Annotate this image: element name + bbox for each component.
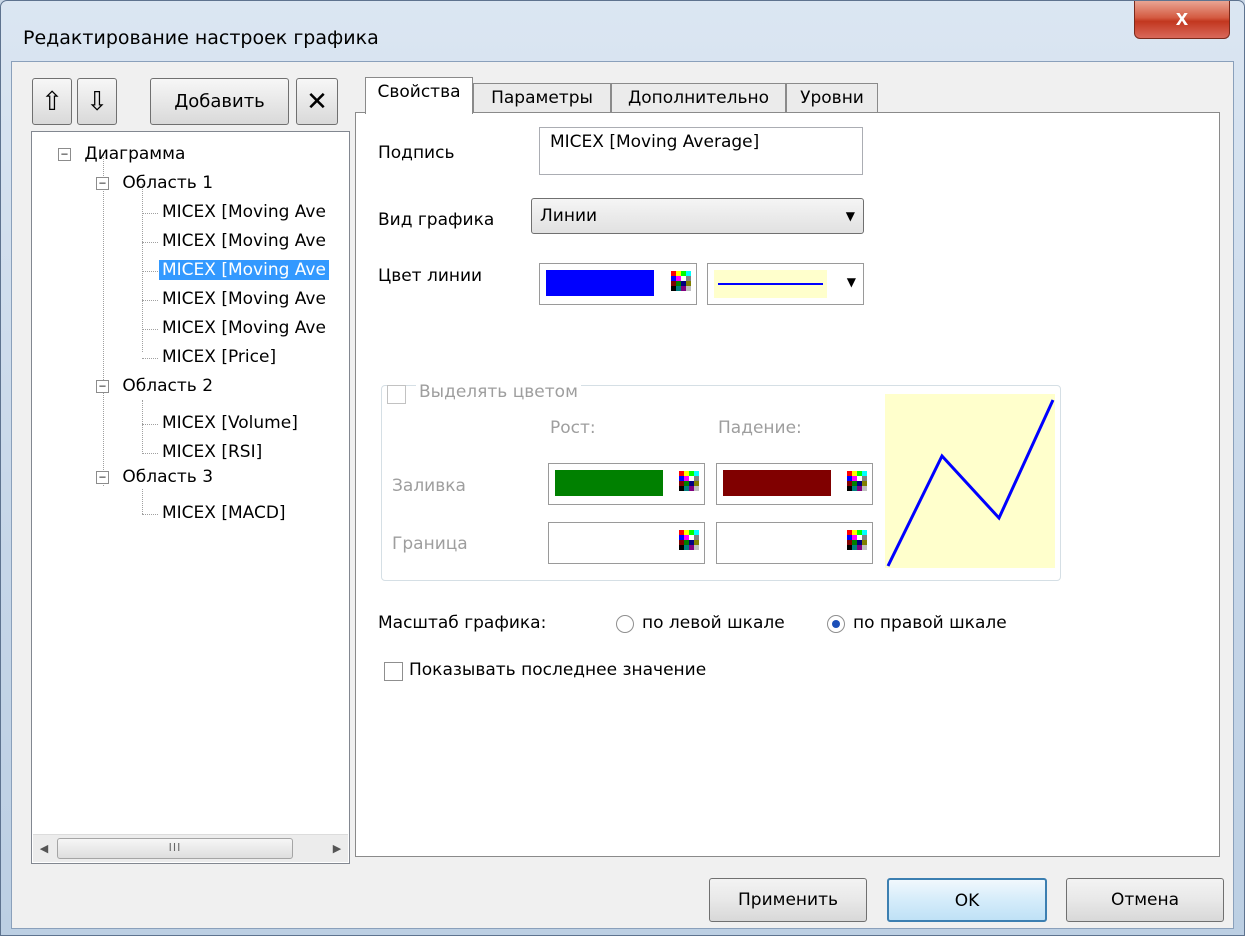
fill-fall-color-picker[interactable] [716, 463, 873, 505]
tab-parameters[interactable]: Параметры [473, 83, 611, 113]
scroll-right-icon[interactable]: ▶ [326, 835, 348, 862]
color-palette-icon [679, 530, 699, 550]
collapse-icon[interactable]: − [96, 471, 109, 484]
title-bar[interactable]: Редактирование настроек графика x [1, 1, 1244, 59]
caption-input[interactable]: MICEX [Moving Average] [539, 127, 863, 175]
tree-item[interactable]: MICEX [Moving Ave [159, 198, 329, 227]
close-button[interactable]: x [1134, 1, 1230, 39]
border-growth-color-picker[interactable] [548, 522, 705, 564]
tree-item[interactable]: MICEX [Moving Ave [159, 314, 329, 343]
tree-item[interactable]: MICEX [Volume] [159, 409, 301, 438]
tree-item[interactable]: MICEX [Moving Ave [159, 227, 329, 256]
growth-label: Рост: [550, 418, 596, 438]
ok-button[interactable]: OK [887, 878, 1047, 922]
line-style-preview-chart [885, 394, 1055, 568]
collapse-icon[interactable]: − [58, 148, 71, 161]
fall-label: Падение: [718, 418, 802, 438]
tab-levels[interactable]: Уровни [786, 83, 878, 113]
close-x-icon: ✕ [306, 86, 328, 117]
scale-right-radio[interactable] [827, 615, 845, 633]
tree-item-selected[interactable]: MICEX [Moving Ave [159, 256, 329, 285]
chart-type-select[interactable]: Линии ▼ [531, 198, 864, 234]
chart-type-label: Вид графика [378, 210, 495, 230]
highlight-checkbox[interactable] [387, 385, 406, 404]
arrow-up-icon: ⇧ [41, 86, 63, 117]
fill-growth-color-picker[interactable] [548, 463, 705, 505]
scale-label: Масштаб графика: [378, 613, 547, 633]
line-style-preview [714, 270, 827, 298]
caption-label: Подпись [378, 143, 455, 163]
tree-node-area-2[interactable]: − Область 2 [96, 372, 216, 401]
border-fall-color-picker[interactable] [716, 522, 873, 564]
horizontal-scrollbar[interactable]: ◀ III ▶ [33, 834, 348, 862]
color-palette-icon [847, 530, 867, 550]
dialog-window: Редактирование настроек графика x ⇧ ⇩ До… [0, 0, 1245, 936]
chart-type-value: Линии [540, 206, 598, 226]
properties-panel: Подпись MICEX [Moving Average] Вид графи… [355, 112, 1220, 857]
scroll-left-icon[interactable]: ◀ [33, 835, 55, 862]
tab-properties[interactable]: Свойства [365, 77, 473, 114]
color-palette-icon [679, 471, 699, 491]
tree-node-area-1[interactable]: − Область 1 [96, 169, 216, 198]
tree-item[interactable]: MICEX [Moving Ave [159, 285, 329, 314]
scale-left-radio[interactable] [616, 615, 634, 633]
line-style-select[interactable]: ▼ [707, 263, 864, 305]
tree-node-diagram[interactable]: − Диаграмма [58, 140, 188, 169]
tree-item[interactable]: MICEX [MACD] [159, 499, 289, 528]
tree-item[interactable]: MICEX [Price] [159, 343, 279, 372]
window-title: Редактирование настроек графика [23, 27, 379, 49]
show-last-value-label: Показывать последнее значение [409, 660, 707, 680]
fill-label: Заливка [392, 476, 466, 496]
delete-button[interactable]: ✕ [296, 78, 338, 125]
tree-node-area-3[interactable]: − Область 3 [96, 463, 216, 492]
collapse-icon[interactable]: − [96, 177, 109, 190]
show-last-value-checkbox[interactable] [384, 662, 403, 681]
border-fall-swatch [723, 529, 831, 555]
chevron-down-icon: ▼ [845, 209, 855, 223]
tab-advanced[interactable]: Дополнительно [611, 83, 786, 113]
apply-button[interactable]: Применить [709, 878, 867, 922]
collapse-icon[interactable]: − [96, 380, 109, 393]
fill-growth-swatch [555, 470, 663, 496]
line-color-picker[interactable] [539, 263, 697, 305]
scrollbar-thumb[interactable]: III [57, 838, 293, 859]
line-color-swatch [546, 270, 654, 296]
highlight-color-group: Выделять цветом Рост: Падение: Заливка Г… [381, 382, 1061, 581]
fill-fall-swatch [723, 470, 831, 496]
border-label: Граница [392, 534, 468, 554]
dialog-client-area: ⇧ ⇩ Добавить ✕ − Диаграмма − Область 1 M… [11, 61, 1234, 929]
cancel-button[interactable]: Отмена [1066, 878, 1224, 922]
color-palette-icon [847, 471, 867, 491]
line-color-label: Цвет линии [378, 266, 483, 286]
add-button[interactable]: Добавить [150, 78, 289, 125]
move-up-button[interactable]: ⇧ [32, 78, 72, 125]
scale-right-label: по правой шкале [853, 613, 1007, 633]
scale-left-label: по левой шкале [642, 613, 785, 633]
color-palette-icon [671, 271, 691, 291]
move-down-button[interactable]: ⇩ [77, 78, 117, 125]
chart-element-tree[interactable]: − Диаграмма − Область 1 MICEX [Moving Av… [31, 131, 350, 864]
highlight-label: Выделять цветом [416, 382, 581, 402]
arrow-down-icon: ⇩ [86, 86, 108, 117]
border-growth-swatch [555, 529, 663, 555]
chevron-down-icon: ▼ [846, 275, 856, 289]
